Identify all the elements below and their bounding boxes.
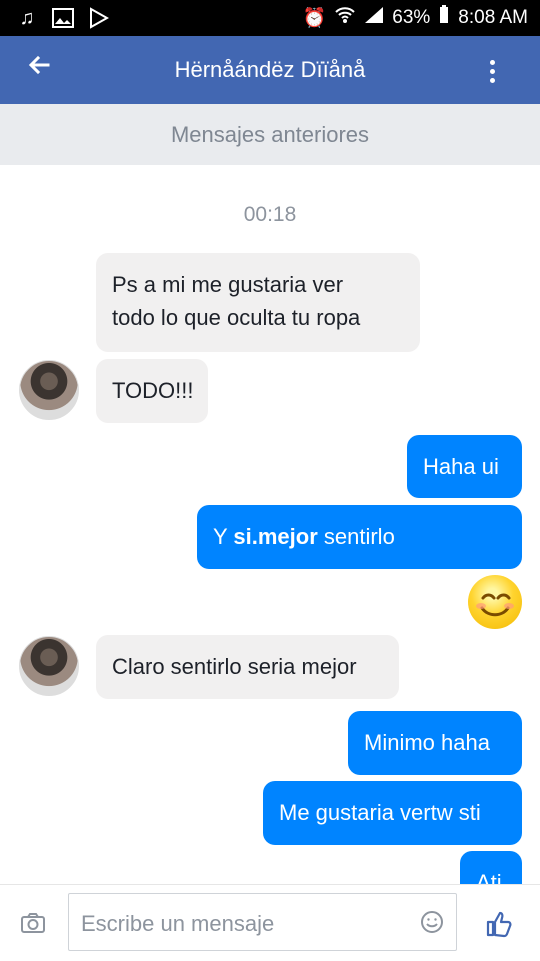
alarm-icon: ⏰	[302, 8, 327, 29]
app-bar: Hërnåándëz Dïïånå	[0, 36, 540, 104]
message-input[interactable]: Escribe un mensaje	[68, 893, 457, 951]
wifi-icon	[334, 6, 356, 30]
contact-name: Hërnåándëz Dïïånå	[174, 57, 366, 82]
image-icon	[50, 6, 76, 30]
incoming-message[interactable]: Ps a mi me gustaria ver todo lo que ocul…	[96, 253, 420, 352]
smiling-face-icon[interactable]	[468, 575, 522, 629]
incoming-message[interactable]: Claro sentirlo seria mejor	[96, 635, 399, 699]
message-line: Ps a mi me gustaria ver	[112, 272, 344, 297]
contact-avatar[interactable]	[19, 360, 79, 420]
battery-percent: 63%	[392, 7, 431, 28]
outgoing-message[interactable]: Me gustaria vertw sti	[263, 781, 522, 845]
status-right: ⏰ 63% 8:08 AM	[303, 0, 528, 36]
message-line: todo lo que oculta tu ropa	[112, 305, 361, 330]
incoming-message[interactable]: TODO!!!	[96, 359, 208, 423]
status-bar: ♫ ⏰ 63% 8:08 AM	[0, 0, 540, 36]
message-composer: Escribe un mensaje	[0, 884, 540, 961]
music-note-icon: ♫	[19, 6, 35, 29]
play-store-icon	[86, 6, 112, 30]
outgoing-message[interactable]: Minimo haha	[348, 711, 522, 775]
battery-icon	[438, 5, 450, 31]
older-messages-button[interactable]: Mensajes anteriores	[0, 104, 540, 165]
message-text-suffix: sentirlo	[317, 524, 395, 549]
signal-icon	[364, 6, 384, 30]
more-options-icon[interactable]	[490, 60, 496, 86]
contact-avatar[interactable]	[19, 636, 79, 696]
clock-time: 8:08 AM	[458, 7, 528, 28]
message-text-prefix: Y	[213, 524, 234, 549]
camera-icon[interactable]	[20, 911, 46, 935]
emoji-picker-icon[interactable]	[420, 910, 444, 934]
like-button[interactable]	[484, 909, 514, 939]
message-input-placeholder: Escribe un mensaje	[81, 911, 275, 936]
outgoing-message[interactable]: Y si.mejor sentirlo	[197, 505, 522, 569]
outgoing-message[interactable]: Haha ui	[407, 435, 522, 498]
message-timestamp: 00:18	[243, 203, 297, 226]
message-text-bold: si.mejor	[233, 524, 318, 549]
